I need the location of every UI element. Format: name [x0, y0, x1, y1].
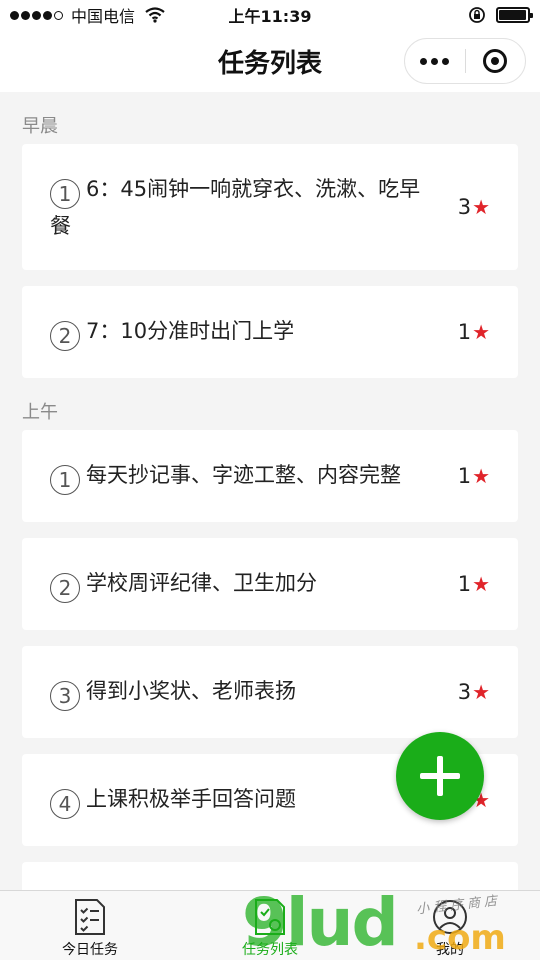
- task-number-badge: 3: [50, 680, 80, 711]
- section-label-morning: 早晨: [22, 116, 58, 137]
- task-description: 得到小奖状、老师表扬: [86, 678, 296, 703]
- task-description: 上课积极举手回答问题: [86, 786, 296, 811]
- score-value: 1: [457, 572, 472, 596]
- plus-icon: [420, 756, 460, 796]
- task-description: 学校周评纪律、卫生加分: [86, 570, 317, 595]
- task-number-badge: 1: [50, 178, 80, 209]
- task-text: 1 每天抄记事、字迹工整、内容完整: [50, 458, 458, 495]
- tab-label: 我的: [436, 942, 464, 958]
- more-button[interactable]: [405, 39, 465, 83]
- tab-bar: 今日任务 任务列表 我的: [0, 890, 540, 960]
- task-text: 1 6：45闹钟一响就穿衣、洗漱、吃早餐: [50, 172, 458, 243]
- task-card[interactable]: 1 每天抄记事、字迹工整、内容完整 1 ★: [22, 430, 518, 522]
- tab-label: 今日任务: [62, 942, 118, 958]
- task-text: 3 得到小奖状、老师表扬: [50, 674, 458, 711]
- task-score: 1★: [458, 320, 490, 344]
- task-text: 2 学校周评纪律、卫生加分: [50, 566, 458, 603]
- rotation-lock-icon: [468, 6, 486, 24]
- mini-program-capsule: [404, 38, 526, 84]
- star-icon: ★: [472, 195, 490, 219]
- battery-icon: [496, 7, 533, 23]
- task-description: 7：10分准时出门上学: [86, 318, 295, 343]
- status-left: 中国电信: [10, 3, 165, 27]
- task-card[interactable]: 2 7：10分准时出门上学 1 ★: [22, 286, 518, 378]
- task-score: 1★: [458, 464, 490, 488]
- task-card[interactable]: 1 6：45闹钟一响就穿衣、洗漱、吃早餐 3 ★: [22, 144, 518, 270]
- signal-strength-icon: [10, 10, 63, 20]
- task-text: 2 7：10分准时出门上学: [50, 314, 458, 351]
- tab-today-tasks[interactable]: 今日任务: [0, 891, 180, 960]
- tab-label: 任务列表: [242, 942, 298, 958]
- battery-level: [499, 10, 526, 20]
- task-score: 1★: [458, 572, 490, 596]
- navigation-bar: 任务列表: [0, 30, 540, 92]
- star-icon: ★: [472, 680, 490, 704]
- star-icon: ★: [472, 572, 490, 596]
- task-description: 每天抄记事、字迹工整、内容完整: [86, 462, 401, 487]
- task-number-badge: 4: [50, 788, 80, 819]
- star-icon: ★: [472, 464, 490, 488]
- checklist-icon: [70, 897, 110, 937]
- score-value: 3: [457, 680, 472, 704]
- more-dots-icon: [420, 57, 450, 65]
- task-score: 3 ★: [458, 680, 490, 704]
- section-label-forenoon: 上午: [22, 402, 58, 423]
- task-card[interactable]: 2 学校周评纪律、卫生加分 1 ★: [22, 538, 518, 630]
- task-card[interactable]: [22, 862, 518, 890]
- close-mini-program-button[interactable]: [466, 39, 526, 83]
- wifi-icon: [145, 7, 165, 23]
- task-description: 6：45闹钟一响就穿衣、洗漱、吃早餐: [50, 176, 421, 238]
- task-score: 3 ★: [458, 195, 490, 219]
- task-number-badge: 2: [50, 572, 80, 603]
- status-bar: 中国电信 上午11:39: [0, 0, 540, 30]
- task-number-badge: 1: [50, 464, 80, 495]
- target-icon: [483, 49, 508, 73]
- task-list-icon: [250, 897, 290, 937]
- profile-icon: [430, 897, 470, 937]
- score-value: 3: [457, 195, 472, 219]
- task-card[interactable]: 3 得到小奖状、老师表扬 3 ★: [22, 646, 518, 738]
- tab-task-list[interactable]: 任务列表: [180, 891, 360, 960]
- status-right: [468, 6, 533, 24]
- tab-mine[interactable]: 我的: [360, 891, 540, 960]
- score-value: 1: [457, 320, 472, 344]
- add-task-button[interactable]: [396, 732, 484, 820]
- page-title: 任务列表: [217, 48, 322, 79]
- score-value: 1: [457, 464, 472, 488]
- star-icon: ★: [472, 320, 490, 344]
- carrier-label: 中国电信: [71, 7, 136, 26]
- task-number-badge: 2: [50, 320, 80, 351]
